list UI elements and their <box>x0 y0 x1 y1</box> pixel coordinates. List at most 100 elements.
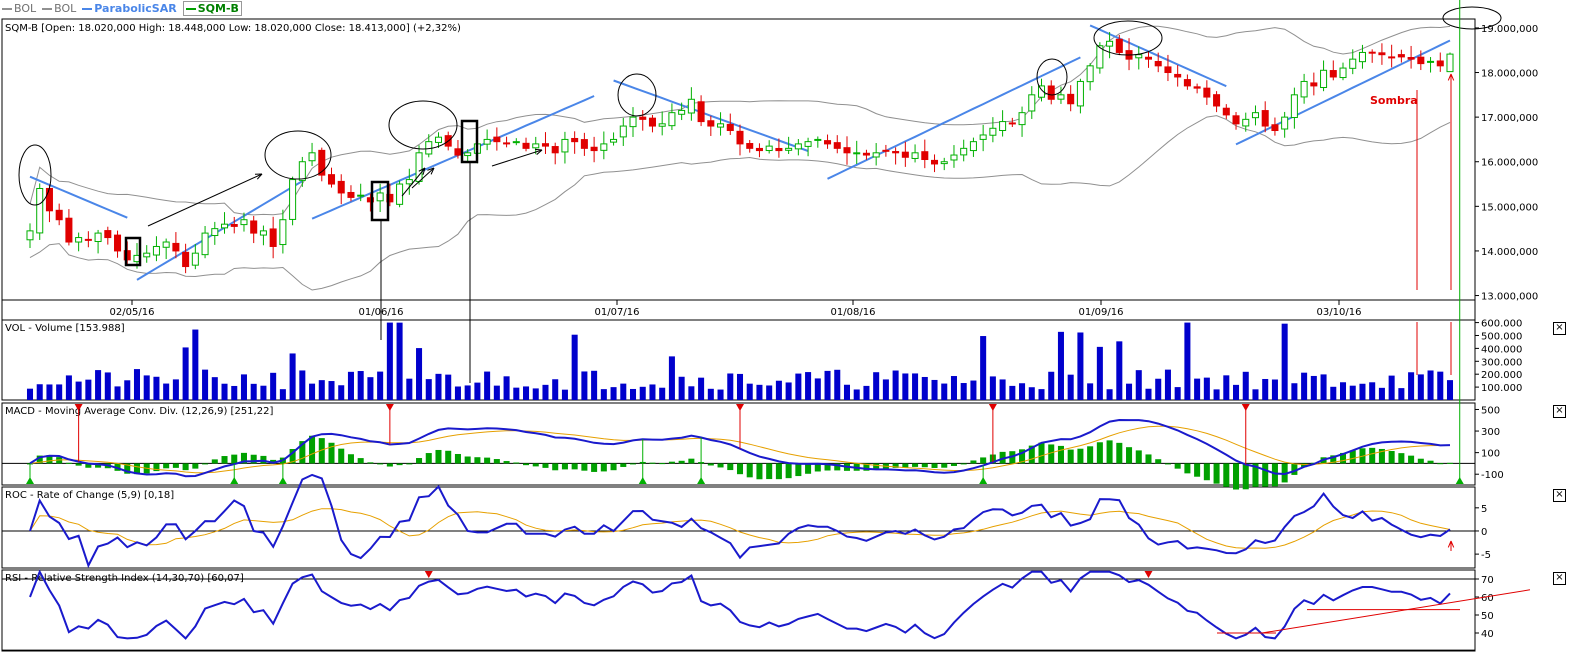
candle-body <box>911 152 919 159</box>
candle-body <box>308 152 316 162</box>
candle-body <box>755 147 763 152</box>
candle-body <box>162 241 170 248</box>
volume-bar <box>124 380 131 400</box>
macd-histogram-bar <box>1233 463 1240 490</box>
close-roc-panel-button[interactable]: × <box>1553 489 1566 502</box>
candle-body <box>610 138 618 143</box>
volume-bar <box>1281 323 1288 400</box>
macd-histogram-bar <box>532 463 539 467</box>
candle-body <box>736 130 744 145</box>
macd-histogram-bar <box>1446 462 1454 464</box>
macd-histogram-bar <box>65 462 72 464</box>
volume-bar <box>1077 332 1084 400</box>
volume-bar <box>1242 371 1249 400</box>
volume-bar <box>561 389 568 400</box>
volume-bar <box>1174 387 1181 400</box>
volume-bar <box>970 380 977 400</box>
chart-canvas[interactable]: SQM-B [Open: 18.020,000 High: 18.448,000… <box>0 0 1580 661</box>
volume-bar <box>1252 389 1259 400</box>
candle-body <box>1086 65 1094 83</box>
volume-bar <box>1028 387 1035 400</box>
candle-body <box>1436 60 1444 67</box>
macd-histogram-bar <box>75 463 82 466</box>
volume-bar <box>668 356 675 400</box>
candle-body <box>765 145 773 152</box>
close-volume-panel-button[interactable]: × <box>1553 322 1566 335</box>
macd-histogram-bar <box>1077 448 1084 464</box>
macd-histogram-bar <box>221 456 228 464</box>
macd-histogram-bar <box>309 435 316 464</box>
volume-bar <box>513 387 520 400</box>
macd-histogram-bar <box>1427 460 1434 464</box>
candle-body <box>541 143 549 147</box>
close-rsi-panel-button[interactable]: × <box>1553 572 1566 585</box>
macd-histogram-bar <box>1106 440 1113 464</box>
candle-body <box>1290 94 1298 118</box>
candle-body <box>882 149 890 152</box>
volume-bar <box>1038 389 1045 400</box>
macd-histogram-bar <box>1242 463 1249 490</box>
volume-bar <box>571 334 578 400</box>
volume-bar <box>347 371 354 400</box>
volume-bar <box>192 329 199 400</box>
volume-bar <box>1301 372 1308 400</box>
volume-bar <box>542 384 549 400</box>
candle-body <box>65 217 73 243</box>
candle-body <box>298 161 306 181</box>
candle-body <box>75 237 83 243</box>
volume-bar <box>698 377 705 400</box>
candle-body <box>843 147 851 154</box>
candle-body <box>94 232 102 243</box>
candle-body <box>522 142 530 149</box>
candle-body <box>259 230 267 236</box>
candle-body <box>1251 112 1259 119</box>
volume-bar <box>172 379 179 400</box>
candle-body <box>833 142 841 149</box>
candle-body <box>853 152 861 155</box>
candle-body <box>1008 122 1016 125</box>
volume-tick-label: 400.000 <box>1481 344 1522 355</box>
volume-bar <box>717 389 724 400</box>
volume-bar <box>1262 378 1269 400</box>
macd-histogram-bar <box>980 457 987 464</box>
volume-bar <box>610 387 617 400</box>
candle-body <box>483 138 491 145</box>
volume-bar <box>532 388 539 400</box>
candle-body <box>493 136 501 143</box>
volume-bar <box>386 322 393 400</box>
volume-bar <box>629 388 637 400</box>
macd-histogram-bar <box>1145 454 1152 464</box>
volume-bar <box>756 384 763 400</box>
candle-body <box>1349 58 1357 69</box>
candle-body <box>1144 56 1153 60</box>
candle-body <box>45 187 53 212</box>
volume-bar <box>425 379 432 400</box>
candle-body <box>1213 94 1221 107</box>
macd-histogram-bar <box>1126 447 1133 464</box>
macd-tick-label: -100 <box>1481 470 1504 481</box>
macd-histogram-bar <box>231 454 238 464</box>
candle-body <box>1358 51 1366 63</box>
volume-bar <box>552 379 559 400</box>
volume-tick-label: 300.000 <box>1481 357 1522 368</box>
volume-bar <box>620 383 627 400</box>
candle-body <box>1203 87 1211 98</box>
date-tick-label: 02/05/16 <box>110 307 155 318</box>
candle-body <box>1339 67 1347 79</box>
candle-body <box>814 138 822 141</box>
macd-histogram-bar <box>357 458 364 464</box>
volume-bar <box>104 372 111 400</box>
volume-bar <box>1213 389 1220 400</box>
close-macd-panel-button[interactable]: × <box>1553 405 1566 418</box>
candle-body <box>551 146 559 154</box>
macd-histogram-bar <box>931 463 938 468</box>
price-tick-label: 18.000,000 <box>1481 69 1538 80</box>
candle-body <box>182 251 190 268</box>
candle-body <box>1427 60 1435 63</box>
candle-body <box>629 116 637 128</box>
candle-body <box>221 223 229 229</box>
candle-body <box>794 143 802 150</box>
volume-bar <box>1339 382 1347 400</box>
volume-bar <box>56 384 63 400</box>
candle-body <box>824 140 832 145</box>
